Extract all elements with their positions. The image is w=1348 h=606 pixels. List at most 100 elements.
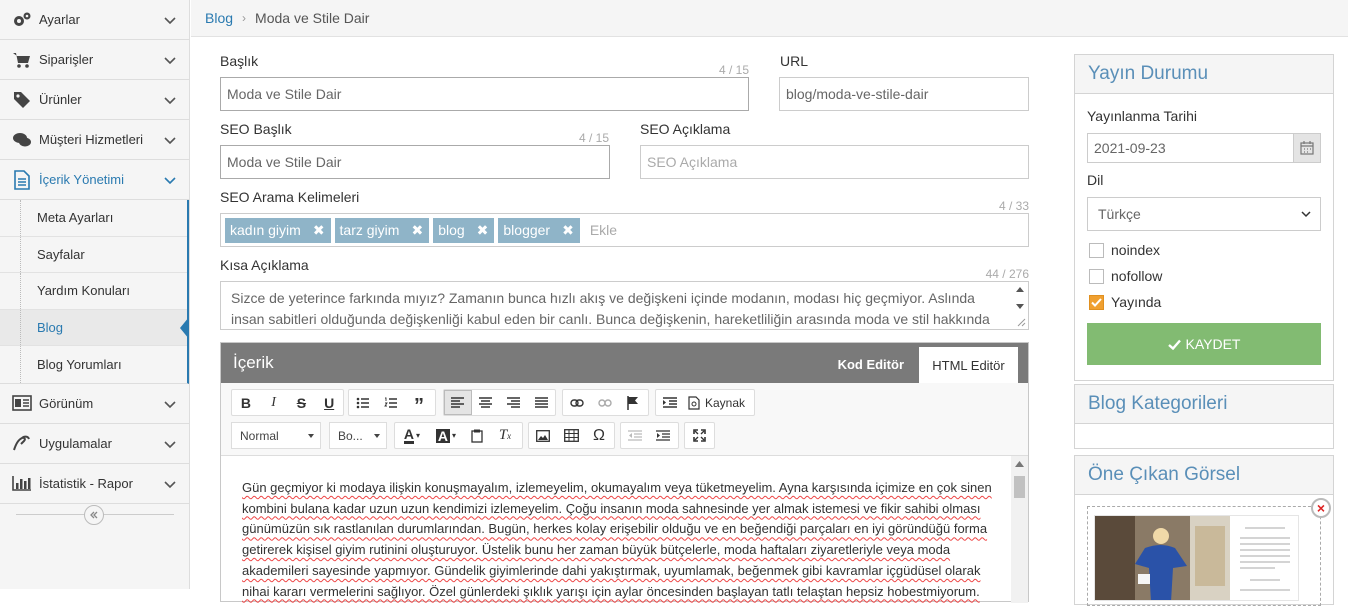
title-input[interactable]: Moda ve Stile Dair: [220, 77, 749, 111]
bold-icon[interactable]: B: [232, 390, 260, 415]
underline-icon[interactable]: U: [315, 390, 343, 415]
remove-tag-icon[interactable]: ✖: [562, 222, 574, 239]
remove-tag-icon[interactable]: ✖: [313, 222, 325, 239]
link-icon[interactable]: [563, 390, 591, 415]
content-editor: İçerik Kod Editör HTML Editör B I S U ”: [220, 342, 1029, 603]
sidebar-subitem-blog[interactable]: Blog: [0, 309, 189, 347]
sidebar-item-istatistik-rapor[interactable]: İstatistik - Rapor: [0, 464, 189, 504]
language-select[interactable]: Türkçe: [1087, 197, 1321, 231]
nofollow-checkbox[interactable]: [1089, 269, 1104, 284]
sidebar-item-siparisler[interactable]: Siparişler: [0, 40, 189, 80]
remove-tag-icon[interactable]: ✖: [477, 222, 489, 239]
keyword-tag: blog ✖: [433, 217, 495, 243]
align-left-icon[interactable]: [444, 390, 472, 415]
featured-image-panel-title: Öne Çıkan Görsel: [1075, 456, 1333, 495]
sidebar-item-ayarlar[interactable]: Ayarlar: [0, 0, 189, 40]
editor-scrollbar[interactable]: [1011, 456, 1028, 603]
chat-icon: [12, 130, 32, 150]
title-label: Başlık: [220, 53, 259, 69]
editor-content[interactable]: Gün geçmiyor ki modaya ilişkin konuşmaya…: [221, 456, 1011, 603]
editor-scrollbar-thumb[interactable]: [1014, 476, 1025, 498]
source-label: Kaynak: [705, 395, 746, 410]
align-right-icon[interactable]: [500, 390, 528, 415]
editor-header: İçerik Kod Editör HTML Editör: [221, 343, 1028, 383]
published-checkbox[interactable]: [1089, 295, 1104, 310]
publish-date-input[interactable]: 2021-09-23: [1087, 133, 1294, 163]
save-button[interactable]: KAYDET: [1087, 323, 1321, 365]
seo-title-counter: 4 / 15: [578, 131, 609, 145]
keyword-add-input[interactable]: Ekle: [590, 222, 617, 238]
noindex-checkbox[interactable]: [1089, 243, 1104, 258]
caret-down-icon: [374, 434, 380, 438]
keyword-tag: tarz giyim ✖: [334, 217, 430, 243]
seo-keywords-input[interactable]: kadın giyim ✖ tarz giyim ✖ blog ✖ blogger ✖ …: [220, 213, 1029, 247]
text-color-icon[interactable]: A ▾: [395, 423, 429, 448]
keyword-tag-label: tarz giyim: [339, 222, 400, 238]
bulleted-list-icon[interactable]: [349, 390, 377, 415]
sidebar-subitem-meta-ayarlari[interactable]: Meta Ayarları: [0, 200, 187, 237]
background-color-icon[interactable]: A ▾: [429, 423, 463, 448]
tab-html-editor[interactable]: HTML Editör: [919, 347, 1018, 383]
table-icon[interactable]: [557, 423, 585, 448]
sidebar-item-musteri-hizmetleri[interactable]: Müşteri Hizmetleri: [0, 120, 189, 160]
align-center-icon[interactable]: [472, 390, 500, 415]
document-icon: [12, 169, 32, 190]
url-input[interactable]: blog/moda-ve-stile-dair: [779, 77, 1029, 111]
seo-title-label: SEO Başlık: [220, 121, 292, 137]
insert-group: Ω: [528, 422, 615, 449]
featured-image-preview: [1094, 515, 1299, 601]
breadcrumb-current: Moda ve Stile Dair: [255, 10, 370, 26]
tab-code-editor[interactable]: Kod Editör: [838, 357, 904, 372]
sidebar-item-uygulamalar[interactable]: Uygulamalar: [0, 424, 189, 464]
sidebar-item-label: Siparişler: [39, 52, 94, 67]
sidebar-subitem-sayfalar[interactable]: Sayfalar: [0, 236, 187, 274]
sidebar-subitem-blog-yorumlari[interactable]: Blog Yorumları: [0, 346, 187, 383]
double-chevron-left-icon: [90, 511, 98, 519]
maximize-icon[interactable]: [685, 423, 713, 448]
show-blocks-icon[interactable]: [656, 390, 684, 415]
chevron-down-icon: [164, 17, 176, 25]
sidebar-subitem-yardim-konulari[interactable]: Yardım Konuları: [0, 273, 187, 310]
resize-handle-icon[interactable]: [1017, 318, 1026, 327]
indent-icon[interactable]: [649, 423, 677, 448]
seo-description-input[interactable]: SEO Açıklama: [640, 145, 1029, 179]
sidebar-item-gorunum[interactable]: Görünüm: [0, 384, 189, 424]
sidebar-item-icerik-yonetimi[interactable]: İçerik Yönetimi: [0, 160, 189, 200]
chevron-down-icon: [164, 441, 176, 449]
scroll-up-icon[interactable]: [1015, 461, 1024, 467]
font-select[interactable]: Bo...: [329, 422, 387, 449]
list-group: ”: [348, 389, 436, 417]
sidebar-item-urunler[interactable]: Ürünler: [0, 80, 189, 120]
remove-tag-icon[interactable]: ✖: [411, 222, 423, 239]
strikethrough-icon[interactable]: S: [288, 390, 316, 415]
sidebar: Ayarlar Siparişler Ürünler Müşteri Hizme…: [0, 0, 190, 589]
subitem-label: Blog Yorumları: [37, 357, 122, 373]
format-select[interactable]: Normal: [231, 422, 321, 449]
blockquote-icon[interactable]: ”: [405, 390, 433, 417]
numbered-list-icon[interactable]: [377, 390, 405, 415]
remove-format-icon[interactable]: Tx: [491, 423, 519, 448]
source-button[interactable]: Kaynak: [684, 390, 749, 415]
align-justify-icon[interactable]: [527, 390, 555, 415]
special-char-icon[interactable]: Ω: [585, 423, 613, 448]
anchor-flag-icon[interactable]: [619, 390, 647, 415]
featured-image-dropzone[interactable]: ×: [1087, 498, 1331, 606]
copy-format-icon[interactable]: [463, 423, 491, 448]
short-description-textarea[interactable]: Sizce de yeterince farkında mıyız? Zaman…: [220, 281, 1029, 330]
gears-icon: [12, 10, 32, 30]
outdent-icon[interactable]: [621, 423, 649, 448]
seo-title-input[interactable]: Moda ve Stile Dair: [220, 145, 610, 179]
hands-icon: [12, 433, 32, 453]
unlink-icon[interactable]: [591, 390, 619, 415]
sidebar-collapse-button[interactable]: [84, 505, 104, 525]
chevron-down-icon: [164, 57, 176, 65]
editor-toolbar: B I S U ” Kaynak Normal Bo... A ▾ A ▾ T …: [221, 383, 1028, 456]
italic-icon[interactable]: I: [260, 390, 288, 415]
breadcrumb: Blog › Moda ve Stile Dair: [191, 0, 1348, 37]
image-icon[interactable]: [529, 423, 557, 448]
subitem-label: Blog: [37, 320, 64, 336]
calendar-button[interactable]: [1293, 133, 1321, 163]
remove-image-button[interactable]: ×: [1311, 498, 1331, 518]
breadcrumb-link-blog[interactable]: Blog: [205, 10, 233, 26]
textarea-scrollbar[interactable]: [1013, 283, 1027, 315]
